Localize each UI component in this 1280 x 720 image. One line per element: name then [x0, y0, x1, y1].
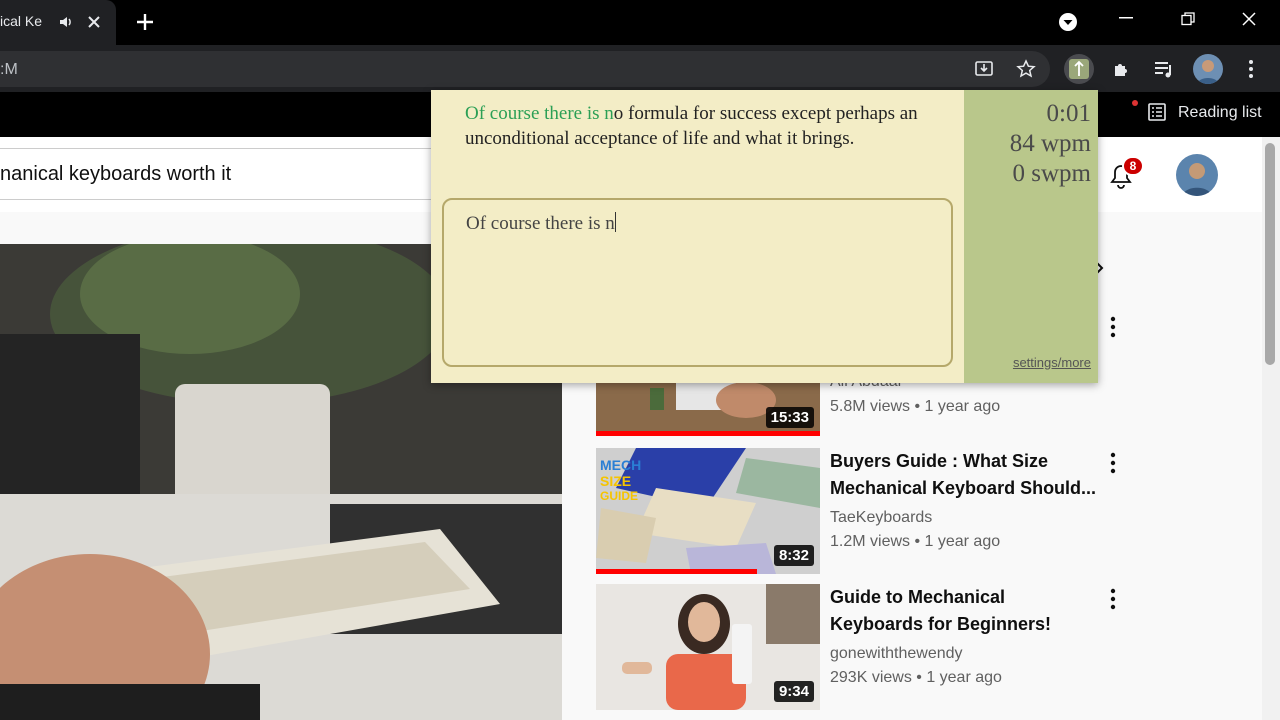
more-actions-icon[interactable] — [1110, 316, 1122, 338]
watch-progress-bar — [596, 431, 820, 436]
close-tab-icon[interactable] — [87, 15, 101, 29]
tab-title: ical Ke — [0, 13, 43, 29]
media-queue-icon[interactable] — [1150, 55, 1178, 83]
video-thumbnail[interactable]: 9:34 — [596, 584, 820, 710]
stats-panel: 0:01 84 wpm 0 swpm settings/more — [964, 90, 1098, 383]
typing-extension-icon[interactable] — [1064, 54, 1094, 84]
search-query: nanical keyboards worth it — [0, 163, 232, 185]
browser-tab[interactable]: ical Ke — [0, 0, 116, 45]
extensions-puzzle-icon[interactable] — [1108, 55, 1136, 83]
recommendation-item[interactable]: MECH SIZE GUIDE 8:32 Buyers Guide : What… — [596, 448, 1116, 574]
restore-icon[interactable] — [1181, 12, 1195, 26]
typing-input[interactable]: Of course there is n — [442, 198, 953, 367]
bookmark-star-icon[interactable] — [1012, 55, 1040, 83]
video-channel[interactable]: gonewiththewendy — [830, 645, 963, 663]
chrome-menu-icon[interactable] — [1237, 55, 1265, 83]
thumb-caption-mech: MECH — [600, 457, 641, 473]
video-meta: 293K views • 1 year ago — [830, 669, 1002, 686]
minimize-icon[interactable] — [1119, 17, 1133, 19]
video-meta: 1.2M views • 1 year ago — [830, 533, 1001, 550]
reading-list-button[interactable]: Reading list — [1178, 104, 1262, 122]
wpm-display: 84 wpm — [1009, 130, 1091, 157]
video-meta: 5.8M views • 1 year ago — [830, 398, 1001, 415]
recommendation-item[interactable]: 9:34 Guide to Mechanical Keyboards for B… — [596, 584, 1116, 710]
video-duration: 8:32 — [773, 545, 814, 566]
video-channel[interactable]: TaeKeyboards — [830, 509, 932, 527]
watch-progress-bar — [596, 569, 758, 574]
settings-link[interactable]: settings/more — [1013, 355, 1091, 370]
more-actions-icon[interactable] — [1110, 452, 1122, 474]
scrollbar-thumb[interactable] — [1265, 143, 1275, 365]
tab-strip: ical Ke — [0, 0, 1280, 45]
video-title[interactable]: Guide to Mechanical Keyboards for Beginn… — [830, 584, 1102, 638]
notification-badge: 8 — [1122, 156, 1144, 176]
typing-test-popup: Of course there is no formula for succes… — [431, 90, 1098, 383]
video-duration: 15:33 — [765, 407, 814, 428]
profile-avatar-icon[interactable] — [1193, 54, 1223, 84]
video-duration: 9:34 — [773, 681, 814, 702]
passage-typed-text: Of course there is n — [465, 103, 614, 124]
reading-list-icon[interactable] — [1147, 102, 1167, 122]
typing-input-value: Of course there is n — [466, 213, 615, 234]
new-tab-icon[interactable] — [135, 12, 155, 32]
video-title[interactable]: Buyers Guide : What Size Mechanical Keyb… — [830, 448, 1102, 502]
channel-avatar[interactable] — [1176, 154, 1218, 196]
thumb-caption-size: SIZE — [600, 473, 631, 489]
swpm-display: 0 swpm — [1012, 160, 1091, 187]
url-text: :M — [0, 61, 18, 78]
close-window-icon[interactable] — [1242, 12, 1256, 26]
speaker-icon[interactable] — [58, 14, 74, 30]
video-thumbnail[interactable]: MECH SIZE GUIDE 8:32 — [596, 448, 820, 574]
bookmark-red-dot-icon — [1132, 100, 1138, 106]
timer-display: 0:01 — [1046, 100, 1091, 127]
media-control-icon[interactable] — [1058, 12, 1078, 32]
text-caret — [614, 212, 616, 232]
thumb-caption-guide: GUIDE — [600, 489, 638, 503]
typing-passage: Of course there is no formula for succes… — [465, 101, 945, 151]
more-actions-icon[interactable] — [1110, 588, 1122, 610]
address-bar[interactable]: :M — [0, 51, 1050, 87]
install-icon[interactable] — [970, 55, 998, 83]
